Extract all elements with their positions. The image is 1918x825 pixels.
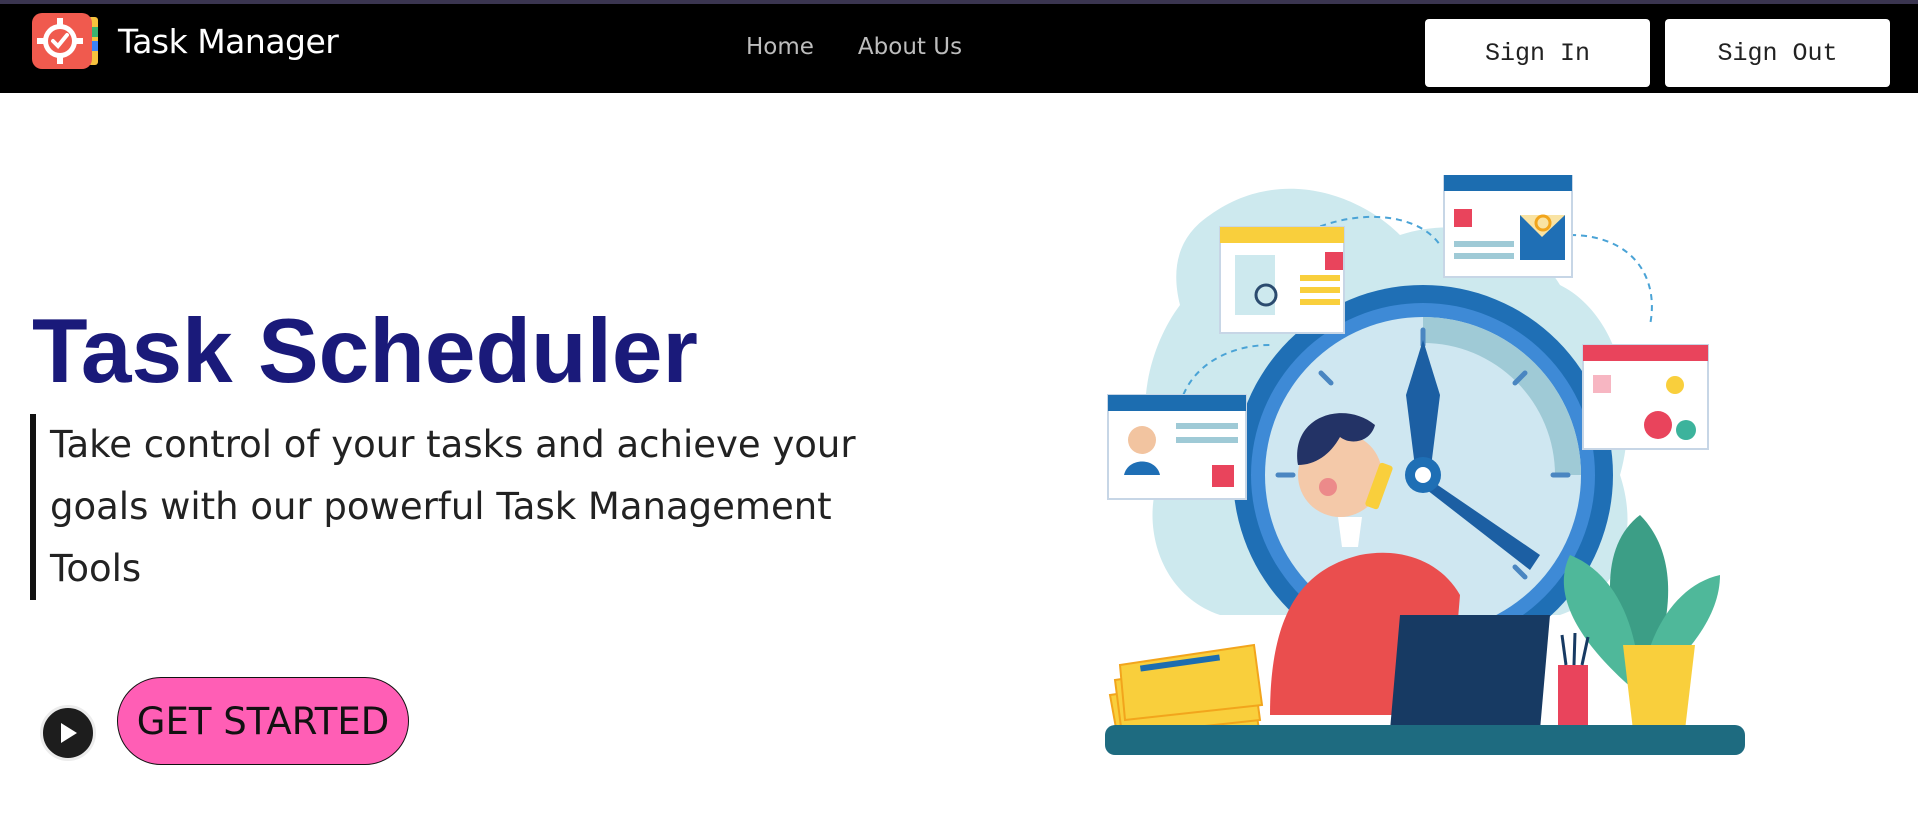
hero-subtitle: Take control of your tasks and achieve y…	[30, 414, 910, 600]
nav-link-about-us[interactable]: About Us	[858, 34, 962, 60]
nav-link-home[interactable]: Home	[746, 34, 814, 60]
app-title: Task Manager	[118, 21, 339, 61]
logo-icon	[32, 13, 100, 69]
navbar: Task Manager Home About Us Sign In Sign …	[0, 4, 1918, 93]
sign-in-button[interactable]: Sign In	[1425, 19, 1650, 87]
sign-out-button[interactable]: Sign Out	[1665, 19, 1890, 87]
play-icon	[61, 723, 77, 743]
hero-illustration	[1100, 174, 1760, 765]
hero-title: Task Scheduler	[32, 301, 698, 402]
brand[interactable]: Task Manager	[32, 13, 339, 69]
nav-links: Home About Us	[746, 34, 962, 60]
get-started-button[interactable]: GET STARTED	[117, 677, 409, 765]
play-button[interactable]	[40, 705, 96, 761]
